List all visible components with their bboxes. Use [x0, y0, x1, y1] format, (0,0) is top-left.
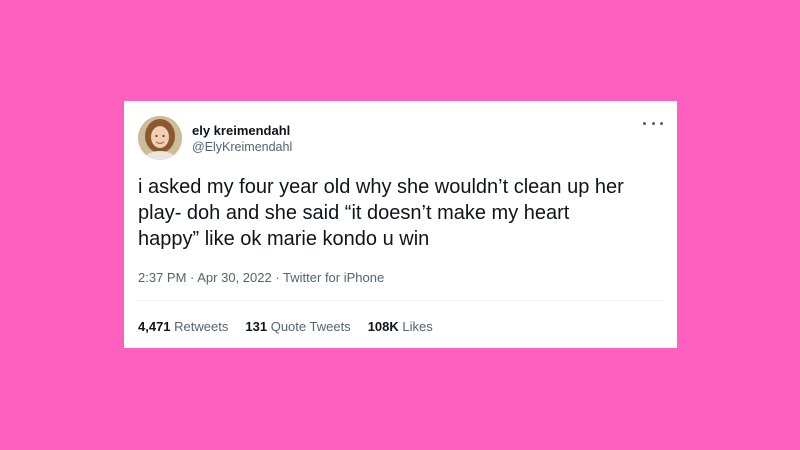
likes-stat[interactable]: 108K Likes [368, 319, 433, 334]
more-dot [643, 121, 646, 125]
tweet-text: i asked my four year old why she wouldn’… [138, 176, 624, 250]
tweet-card: ely kreimendahl @ElyKreimendahl i asked … [124, 101, 677, 348]
retweets-stat[interactable]: 4,471 Retweets [138, 319, 228, 334]
retweets-label: Retweets [174, 319, 229, 334]
avatar-image [138, 116, 182, 160]
divider [138, 300, 663, 301]
retweets-count: 4,471 [138, 319, 171, 334]
display-name[interactable]: ely kreimendahl [192, 123, 290, 138]
likes-label: Likes [402, 319, 433, 334]
tweet-time[interactable]: 2:37 PM [138, 270, 186, 285]
meta-separator: · [186, 270, 198, 285]
more-dot [660, 121, 663, 125]
tweet-source[interactable]: Twitter for iPhone [283, 270, 384, 285]
user-handle[interactable]: @ElyKreimendahl [192, 140, 292, 154]
avatar[interactable] [138, 116, 182, 160]
tweet-date[interactable]: Apr 30, 2022 [197, 270, 271, 285]
quote-tweets-stat[interactable]: 131 Quote Tweets [245, 319, 350, 334]
more-dot [651, 121, 655, 125]
more-horizontal-icon[interactable] [643, 117, 663, 129]
engagement-stats: 4,471 Retweets 131 Quote Tweets 108K Lik… [138, 319, 433, 334]
likes-count: 108K [367, 319, 399, 334]
tweet-meta: 2:37 PM · Apr 30, 2022 · Twitter for iPh… [138, 270, 384, 285]
quotes-label: Quote Tweets [270, 319, 351, 334]
meta-separator: · [271, 270, 284, 285]
quotes-count: 131 [245, 319, 268, 334]
